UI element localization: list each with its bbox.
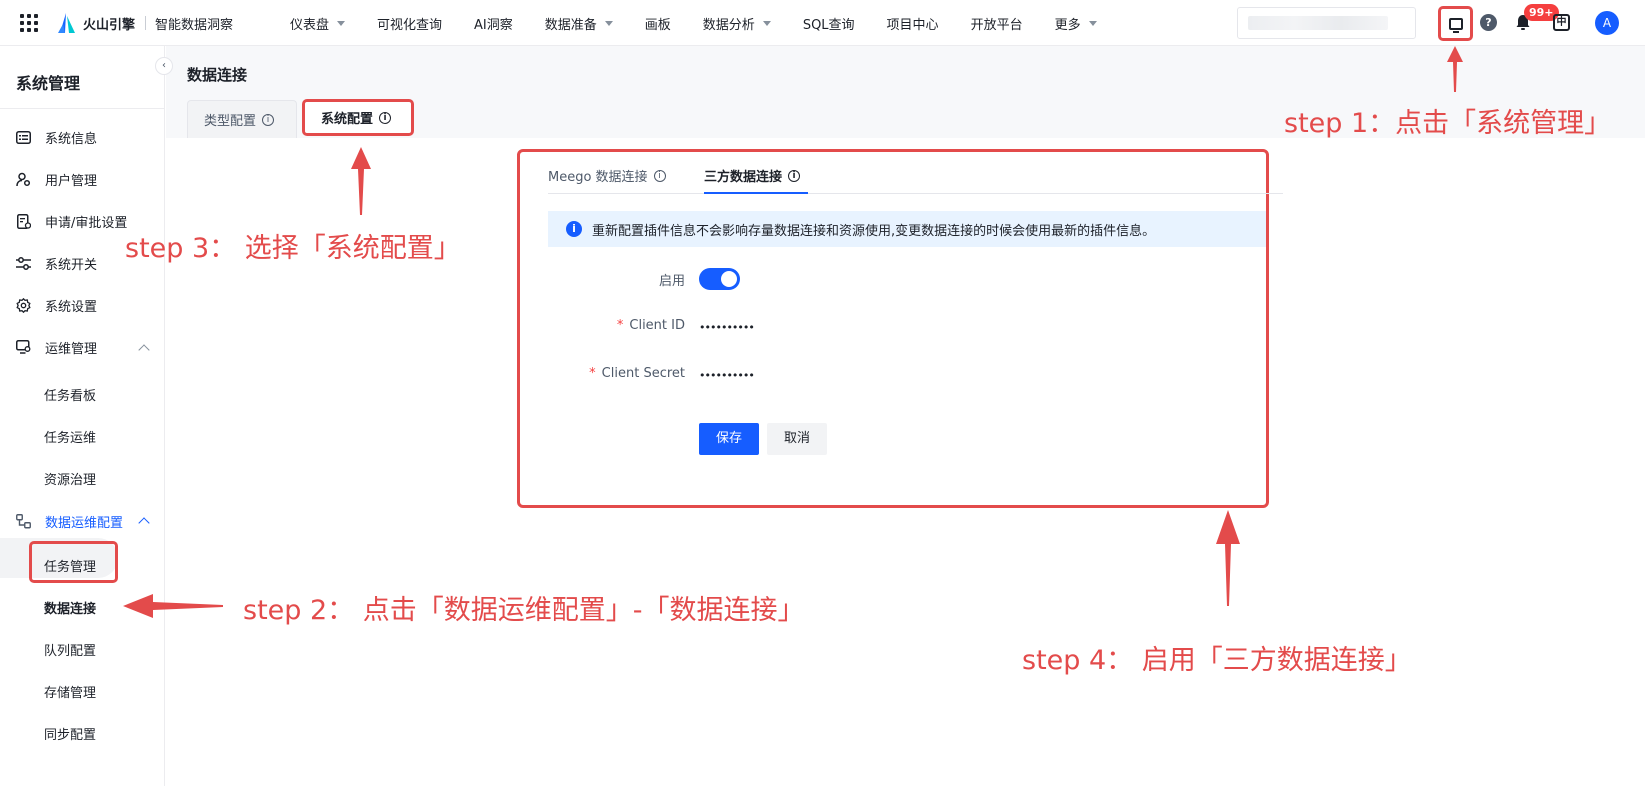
alert-text: 重新配置插件信息不会影响存量数据连接和资源使用,变更数据连接的时候会使用最新的插… xyxy=(592,223,1156,239)
brand-name: 火山引擎 xyxy=(83,18,136,33)
step1-annotation: step 1：点击「系统管理」 xyxy=(1284,108,1612,139)
sidebar-item-data-ops-config[interactable]: 数据运维配置 xyxy=(16,510,123,532)
nav-data-analysis[interactable]: 数据分析 xyxy=(703,14,771,33)
sidebar-subitem-task-board[interactable]: 任务看板 xyxy=(44,385,96,404)
language-icon[interactable]: 中 xyxy=(1553,14,1570,31)
product-name[interactable]: 智能数据洞察 xyxy=(155,14,233,33)
approval-doc-icon xyxy=(16,213,31,229)
arrow-up-icon xyxy=(1447,46,1463,92)
nav-visual-query[interactable]: 可视化查询 xyxy=(377,14,442,33)
info-filled-icon: i xyxy=(566,221,582,237)
redacted-text xyxy=(1248,16,1388,30)
collapse-sidebar-button[interactable]: ‹ xyxy=(155,57,173,75)
tab-type-config[interactable]: 类型配置 i xyxy=(187,100,297,138)
active-tab-underline xyxy=(704,192,808,194)
highlight-frame xyxy=(29,541,118,583)
step4-annotation: step 4： 启用「三方数据连接」 xyxy=(1022,645,1412,676)
divider xyxy=(0,108,165,109)
info-icon[interactable]: i xyxy=(262,113,275,126)
app-grid-icon[interactable] xyxy=(20,14,38,32)
client-id-field[interactable]: •••••••••• xyxy=(699,321,755,334)
caret-down-icon xyxy=(762,20,771,26)
sidebar-item-user-management[interactable]: 用户管理 xyxy=(16,168,97,190)
user-avatar[interactable]: A xyxy=(1595,11,1619,35)
system-admin-button[interactable] xyxy=(1438,6,1473,41)
nav-more[interactable]: 更多 xyxy=(1055,14,1097,33)
top-bar: 火山引擎 智能数据洞察 仪表盘 可视化查询 AI洞察 数据准备 画板 数据分析 … xyxy=(0,0,1645,46)
sidebar-subitem-sync-config[interactable]: 同步配置 xyxy=(44,724,96,743)
enable-label: 启用 xyxy=(658,274,685,289)
project-selector[interactable] xyxy=(1237,7,1416,39)
tab-third-party-connection[interactable]: 三方数据连接 i xyxy=(704,166,801,185)
info-icon[interactable]: i xyxy=(788,169,801,182)
sidebar-subitem-task-ops[interactable]: 任务运维 xyxy=(44,427,96,446)
help-icon[interactable]: ? xyxy=(1480,14,1497,31)
client-id-label: * Client ID xyxy=(616,318,685,333)
tab-meego-connection[interactable]: Meego 数据连接 i xyxy=(548,166,666,185)
arrow-left-icon xyxy=(123,594,223,618)
save-button[interactable]: 保存 xyxy=(699,423,759,455)
nav-data-prep[interactable]: 数据准备 xyxy=(545,14,613,33)
enable-toggle[interactable] xyxy=(699,268,740,290)
monitor-icon xyxy=(1448,17,1463,33)
sidebar-item-approval-settings[interactable]: 申请/审批设置 xyxy=(16,210,127,232)
info-icon[interactable]: i xyxy=(653,169,666,182)
gear-icon xyxy=(16,297,31,313)
nav-canvas[interactable]: 画板 xyxy=(645,14,671,33)
monitor-gear-icon xyxy=(16,340,31,355)
info-list-icon xyxy=(16,130,31,145)
tab-system-config[interactable]: 系统配置 i xyxy=(302,99,414,136)
info-alert: i 重新配置插件信息不会影响存量数据连接和资源使用,变更数据连接的时候会使用最新… xyxy=(548,211,1266,247)
data-flow-icon xyxy=(16,513,31,529)
caret-down-icon xyxy=(604,20,613,26)
step3-annotation: step 3： 选择「系统配置」 xyxy=(125,233,461,264)
step2-annotation: step 2： 点击「数据运维配置」-「数据连接」 xyxy=(243,595,805,626)
nav-sql-query[interactable]: SQL查询 xyxy=(803,14,855,33)
brand-separator xyxy=(145,16,146,30)
sidebar-item-system-info[interactable]: 系统信息 xyxy=(16,126,97,148)
client-secret-field[interactable]: •••••••••• xyxy=(699,369,755,382)
caret-down-icon xyxy=(337,20,346,26)
nav-dashboard[interactable]: 仪表盘 xyxy=(290,14,346,33)
sliders-icon xyxy=(16,256,31,271)
nav-open-platform[interactable]: 开放平台 xyxy=(971,14,1023,33)
main-nav: 仪表盘 可视化查询 AI洞察 数据准备 画板 数据分析 SQL查询 项目中心 开… xyxy=(290,0,1129,46)
sidebar-subitem-data-connection[interactable]: 数据连接 xyxy=(44,598,96,617)
sidebar-item-system-settings[interactable]: 系统设置 xyxy=(16,294,97,316)
sidebar-subitem-storage-management[interactable]: 存储管理 xyxy=(44,682,96,701)
sidebar: 系统管理 ‹ xyxy=(0,46,173,786)
client-secret-label: * Client Secret xyxy=(589,366,685,381)
user-gear-icon xyxy=(16,172,31,187)
sidebar-title: 系统管理 xyxy=(16,74,81,93)
arrow-up-icon xyxy=(1216,510,1240,606)
arrow-up-icon xyxy=(351,147,371,215)
sidebar-item-system-switch[interactable]: 系统开关 xyxy=(16,252,97,274)
page-title: 数据连接 xyxy=(187,66,248,84)
cancel-button[interactable]: 取消 xyxy=(767,423,827,455)
nav-ai-insight[interactable]: AI洞察 xyxy=(474,14,513,33)
sidebar-item-ops-management[interactable]: 运维管理 xyxy=(16,336,97,358)
sidebar-subitem-resource-governance[interactable]: 资源治理 xyxy=(44,469,96,488)
info-icon[interactable]: i xyxy=(379,111,392,124)
nav-project-center[interactable]: 项目中心 xyxy=(887,14,939,33)
caret-down-icon xyxy=(1088,20,1097,26)
inner-tab-bar: Meego 数据连接 i 三方数据连接 i xyxy=(548,158,1283,194)
volcano-logo-icon xyxy=(58,13,75,33)
sidebar-subitem-queue-config[interactable]: 队列配置 xyxy=(44,640,96,659)
